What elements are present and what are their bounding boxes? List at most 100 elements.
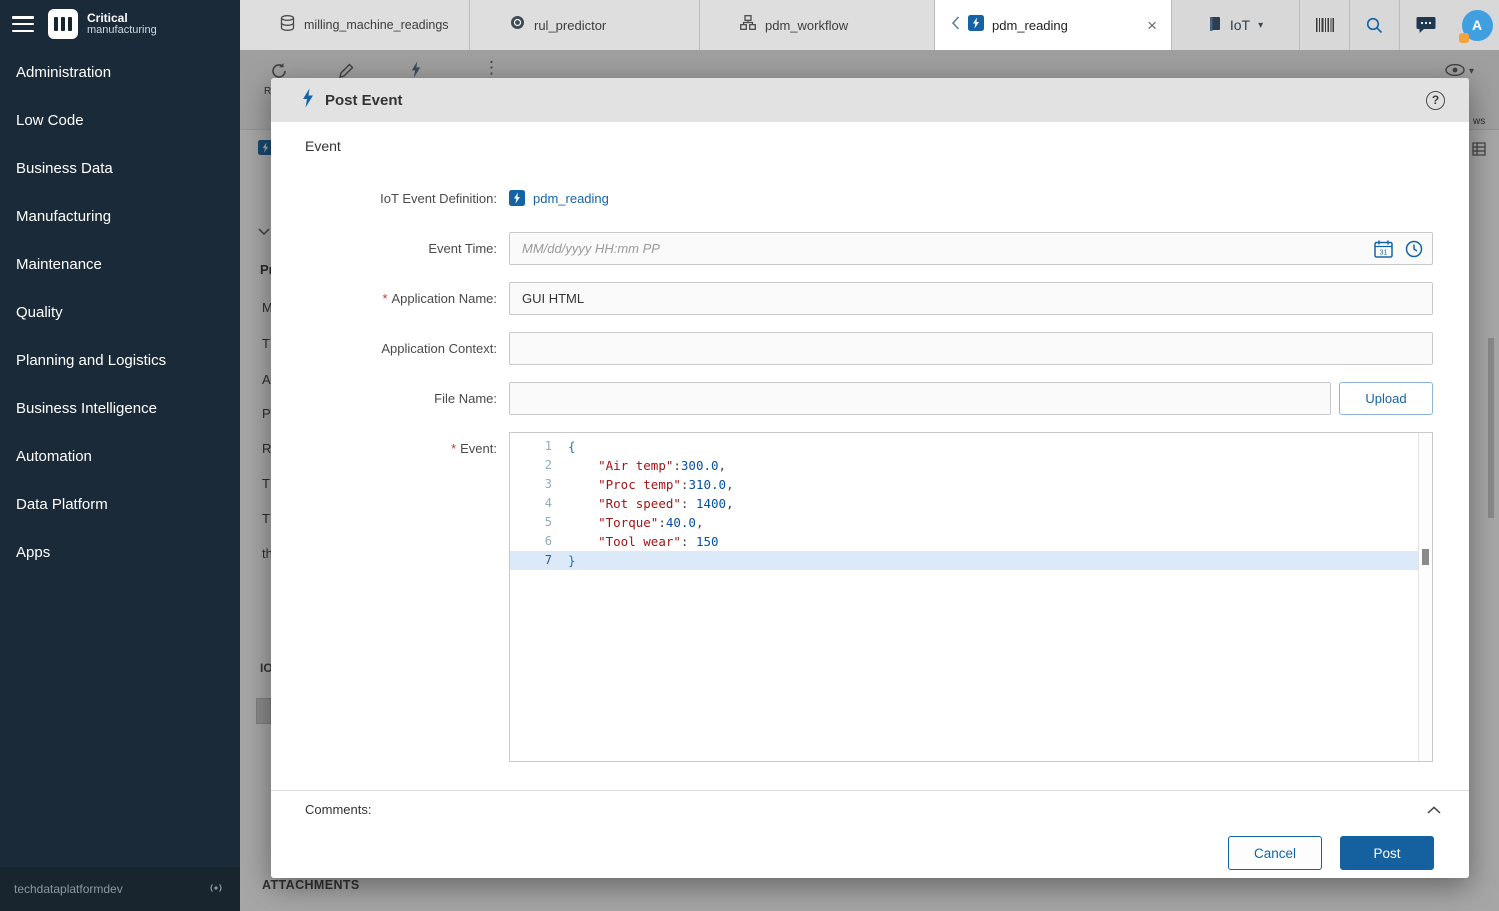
editor-line[interactable]: 7} — [510, 551, 1418, 570]
user-avatar[interactable]: A — [1452, 0, 1499, 50]
dialog-header: Post Event ? — [271, 78, 1469, 122]
calendar-icon[interactable]: 31 — [1374, 240, 1393, 258]
sidebar-item-data-platform[interactable]: Data Platform — [0, 480, 240, 528]
line-number: 2 — [510, 456, 568, 475]
tab-pdm-reading[interactable]: pdm_reading × — [935, 0, 1172, 50]
line-number: 7 — [510, 551, 568, 570]
line-number: 4 — [510, 494, 568, 513]
file-name-input[interactable] — [509, 382, 1331, 415]
sidebar-item-planning-and-logistics[interactable]: Planning and Logistics — [0, 336, 240, 384]
editor-line[interactable]: 6 "Tool wear": 150 — [510, 532, 1418, 551]
lightning-icon — [301, 88, 315, 113]
readings-database-icon — [280, 15, 295, 36]
app-root: Critical manufacturing Administration Lo… — [0, 0, 1499, 911]
line-number: 5 — [510, 513, 568, 532]
field-iot-event-definition: IoT Event Definition: pdm_reading — [305, 186, 1433, 210]
help-icon[interactable]: ? — [1426, 91, 1445, 110]
event-time-label: Event Time: — [428, 241, 497, 256]
comments-label: Comments: — [305, 802, 371, 817]
comments-section: Comments: — [271, 790, 1469, 828]
iot-event-definition-label: IoT Event Definition: — [380, 191, 497, 206]
application-context-label: Application Context: — [381, 341, 497, 356]
search-button[interactable] — [1350, 0, 1400, 50]
required-marker: * — [382, 291, 387, 306]
avatar-status-dot — [1459, 33, 1469, 43]
close-tab-icon[interactable]: × — [1147, 17, 1157, 34]
sidebar-header: Critical manufacturing — [0, 0, 240, 48]
field-application-name: * Application Name: — [305, 282, 1433, 315]
dialog-body: Event IoT Event Definition: pdm_reading — [271, 122, 1469, 790]
broadcast-icon — [208, 882, 224, 897]
sidebar-item-business-data[interactable]: Business Data — [0, 144, 240, 192]
cancel-button[interactable]: Cancel — [1228, 836, 1322, 870]
application-name-label: Application Name: — [392, 291, 498, 306]
main-area: milling_machine_readings rul_predictor p… — [240, 0, 1499, 911]
editor-line[interactable]: 1{ — [510, 437, 1418, 456]
sidebar-item-maintenance[interactable]: Maintenance — [0, 240, 240, 288]
iot-event-definition-icon — [509, 190, 525, 206]
iot-menu[interactable]: IoT ▾ — [1172, 0, 1300, 50]
environment-label: techdataplatformdev — [14, 882, 123, 896]
required-marker: * — [451, 441, 456, 456]
caret-down-icon: ▾ — [1258, 20, 1263, 31]
sidebar-item-manufacturing[interactable]: Manufacturing — [0, 192, 240, 240]
section-label: Event — [305, 138, 1433, 156]
sidebar-item-automation[interactable]: Automation — [0, 432, 240, 480]
sidebar-footer: techdataplatformdev — [0, 867, 240, 911]
field-file-name: File Name: Upload — [305, 382, 1433, 415]
line-number: 6 — [510, 532, 568, 551]
iot-event-definition-link[interactable]: pdm_reading — [533, 191, 609, 206]
tab-rul-predictor[interactable]: rul_predictor — [470, 0, 700, 50]
brand-name: Critical — [87, 12, 157, 24]
chevron-left-icon[interactable] — [951, 16, 960, 35]
application-name-input[interactable] — [509, 282, 1433, 315]
tab-label: pdm_workflow — [765, 18, 848, 33]
chat-button[interactable] — [1400, 0, 1452, 50]
editor-scrollbar-thumb[interactable] — [1422, 549, 1429, 565]
sidebar-menu: Administration Low Code Business Data Ma… — [0, 48, 240, 576]
workflow-icon — [740, 15, 756, 35]
tab-label: milling_machine_readings — [304, 18, 456, 33]
menu-icon[interactable] — [12, 16, 34, 32]
post-button[interactable]: Post — [1340, 836, 1434, 870]
post-event-dialog: Post Event ? Event IoT Event Definition:… — [271, 78, 1469, 878]
iot-event-definition-icon — [968, 15, 984, 36]
event-editor[interactable]: 1{2 "Air temp":300.0,3 "Proc temp":310.0… — [509, 432, 1433, 762]
barcode-scan-button[interactable] — [1300, 0, 1350, 50]
sidebar-item-low-code[interactable]: Low Code — [0, 96, 240, 144]
tab-pdm-workflow[interactable]: pdm_workflow — [700, 0, 935, 50]
line-number: 1 — [510, 437, 568, 456]
editor-line[interactable]: 3 "Proc temp":310.0, — [510, 475, 1418, 494]
dialog-title: Post Event — [325, 92, 403, 109]
field-event: * Event: 1{2 "Air temp":300.0,3 "Proc te… — [305, 432, 1433, 762]
upload-button[interactable]: Upload — [1339, 382, 1433, 415]
sidebar: Critical manufacturing Administration Lo… — [0, 0, 240, 911]
editor-scrollbar[interactable] — [1418, 433, 1432, 761]
event-time-input[interactable] — [509, 232, 1433, 265]
sidebar-item-business-intelligence[interactable]: Business Intelligence — [0, 384, 240, 432]
clock-icon[interactable] — [1405, 240, 1423, 258]
topbar: milling_machine_readings rul_predictor p… — [240, 0, 1499, 50]
sidebar-item-apps[interactable]: Apps — [0, 528, 240, 576]
tab-milling-machine-readings[interactable]: milling_machine_readings — [240, 0, 470, 50]
editor-line[interactable]: 4 "Rot speed": 1400, — [510, 494, 1418, 513]
brand-subtitle: manufacturing — [87, 24, 157, 36]
application-context-input[interactable] — [509, 332, 1433, 365]
tab-label: rul_predictor — [534, 18, 606, 33]
sidebar-item-administration[interactable]: Administration — [0, 48, 240, 96]
editor-line[interactable]: 2 "Air temp":300.0, — [510, 456, 1418, 475]
line-number: 3 — [510, 475, 568, 494]
event-label: Event: — [460, 441, 497, 456]
sidebar-item-quality[interactable]: Quality — [0, 288, 240, 336]
iot-icon — [1208, 16, 1222, 34]
dialog-footer: Cancel Post — [271, 828, 1469, 878]
chevron-up-icon[interactable] — [1427, 806, 1441, 814]
logo-icon — [48, 9, 78, 39]
iot-menu-label: IoT — [1230, 17, 1250, 33]
field-application-context: Application Context: — [305, 332, 1433, 365]
app-logo: Critical manufacturing — [48, 9, 157, 39]
editor-line[interactable]: 5 "Torque":40.0, — [510, 513, 1418, 532]
field-event-time: Event Time: 31 — [305, 232, 1433, 265]
svg-text:31: 31 — [1380, 249, 1388, 256]
tab-label: pdm_reading — [992, 18, 1068, 33]
